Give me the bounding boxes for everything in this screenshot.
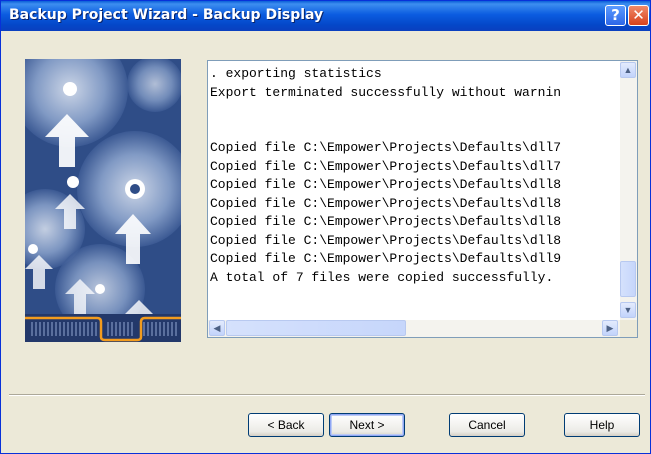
log-line: Copied file C:\Empower\Projects\Defaults… <box>210 251 562 266</box>
log-line: Export terminated successfully without w… <box>210 84 562 100</box>
next-button[interactable]: Next > <box>329 413 405 437</box>
scroll-down-button[interactable]: ▼ <box>620 302 636 318</box>
button-separator <box>9 394 645 396</box>
horizontal-scroll-thumb[interactable] <box>226 320 406 336</box>
title-bar[interactable]: Backup Project Wizard - Backup Display ?… <box>1 1 650 31</box>
log-line: . exporting statistics <box>210 66 382 81</box>
chevron-up-icon: ▲ <box>623 65 633 75</box>
scrollbar-corner <box>620 320 637 337</box>
cancel-button[interactable]: Cancel <box>449 413 525 437</box>
close-icon: ✕ <box>632 6 645 24</box>
backup-log-textbox[interactable]: . exporting statistics Export terminated… <box>207 60 638 338</box>
chevron-down-icon: ▼ <box>623 305 633 315</box>
vertical-scroll-thumb[interactable] <box>620 261 636 297</box>
help-title-button[interactable]: ? <box>605 5 626 26</box>
wizard-window: Backup Project Wizard - Backup Display ?… <box>0 0 651 454</box>
question-icon: ? <box>611 6 620 24</box>
log-line: A total of 7 files were copied successfu… <box>210 269 554 285</box>
log-line: Copied file C:\Empower\Projects\Defaults… <box>210 232 562 248</box>
vertical-scrollbar[interactable]: ▲ ▼ <box>620 61 637 320</box>
chevron-left-icon: ◀ <box>213 323 221 333</box>
close-button[interactable]: ✕ <box>628 5 649 26</box>
log-line: Copied file C:\Empower\Projects\Defaults… <box>210 177 562 192</box>
horizontal-scrollbar[interactable]: ◀ ▶ <box>208 320 620 337</box>
wizard-illustration <box>25 59 181 342</box>
scroll-up-button[interactable]: ▲ <box>620 62 636 78</box>
log-line: Copied file C:\Empower\Projects\Defaults… <box>210 140 562 155</box>
scroll-left-button[interactable]: ◀ <box>209 320 225 336</box>
log-line: Copied file C:\Empower\Projects\Defaults… <box>210 214 562 229</box>
help-button[interactable]: Help <box>564 413 640 437</box>
disc-arrows-illustration <box>25 59 181 342</box>
log-text: . exporting statistics Export terminated… <box>210 65 620 318</box>
log-line: Copied file C:\Empower\Projects\Defaults… <box>210 195 562 211</box>
log-line: Copied file C:\Empower\Projects\Defaults… <box>210 158 562 174</box>
back-button[interactable]: < Back <box>248 413 324 437</box>
scroll-right-button[interactable]: ▶ <box>602 320 618 336</box>
chevron-right-icon: ▶ <box>606 323 614 333</box>
window-title: Backup Project Wizard - Backup Display <box>9 7 324 23</box>
